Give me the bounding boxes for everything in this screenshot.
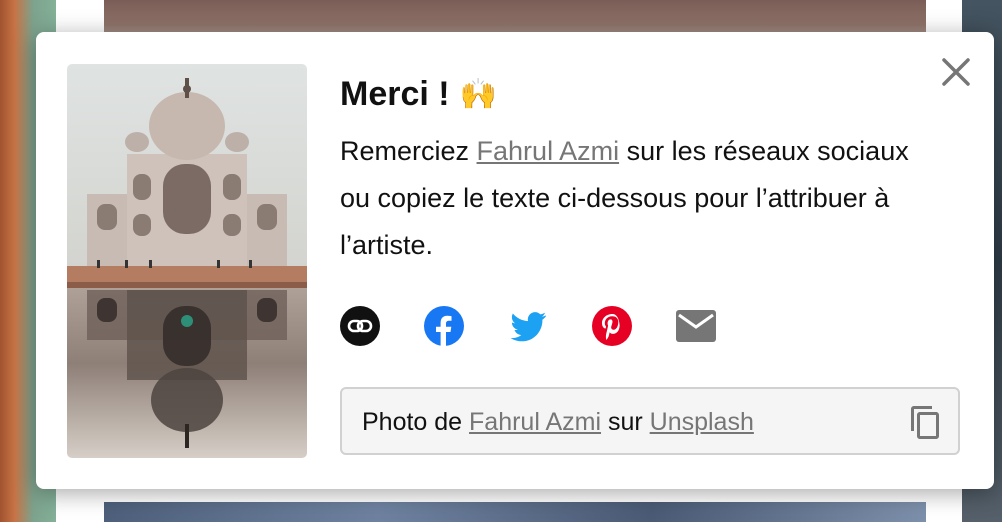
copy-icon[interactable] xyxy=(908,404,942,440)
modal-content: Merci ! 🙌 Remerciez Fahrul Azmi sur les … xyxy=(340,72,960,269)
share-buttons xyxy=(340,306,716,346)
raising-hands-emoji: 🙌 xyxy=(459,77,497,111)
email-icon[interactable] xyxy=(676,306,716,346)
thank-you-description: Remerciez Fahrul Azmi sur les réseaux so… xyxy=(340,128,940,269)
attribution-text: Photo de Fahrul Azmi sur Unsplash xyxy=(362,408,754,437)
pinterest-icon[interactable] xyxy=(592,306,632,346)
attribution-copy-box[interactable]: Photo de Fahrul Azmi sur Unsplash xyxy=(340,387,960,455)
unsplash-link[interactable]: Unsplash xyxy=(650,408,754,436)
photographer-link[interactable]: Fahrul Azmi xyxy=(477,136,620,166)
twitter-icon[interactable] xyxy=(508,306,548,346)
facebook-icon[interactable] xyxy=(424,306,464,346)
modal-title: Merci ! 🙌 xyxy=(340,72,960,116)
attribution-prefix: Photo de xyxy=(362,408,470,436)
description-prefix: Remerciez xyxy=(340,136,477,166)
photo-thumbnail xyxy=(67,64,307,458)
background-photo-bottom xyxy=(104,502,926,522)
thank-you-modal: Merci ! 🙌 Remerciez Fahrul Azmi sur les … xyxy=(36,32,994,489)
attribution-photographer-link[interactable]: Fahrul Azmi xyxy=(469,408,601,436)
link-icon[interactable] xyxy=(340,306,380,346)
title-text: Merci ! xyxy=(340,74,450,113)
attribution-middle: sur xyxy=(601,408,650,436)
